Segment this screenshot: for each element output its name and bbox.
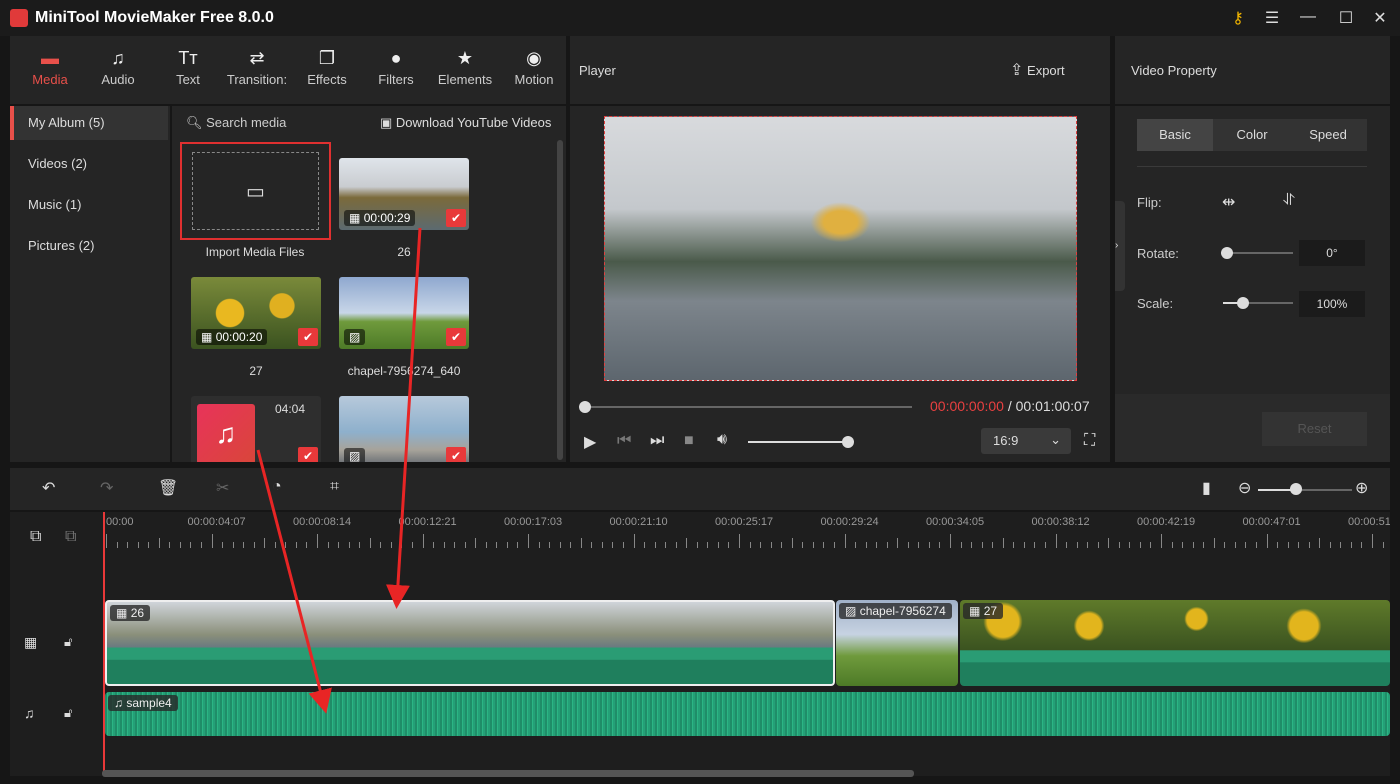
arrow-audio [256,449,332,714]
annotation-arrows [256,227,422,714]
arrow-video [385,227,422,609]
